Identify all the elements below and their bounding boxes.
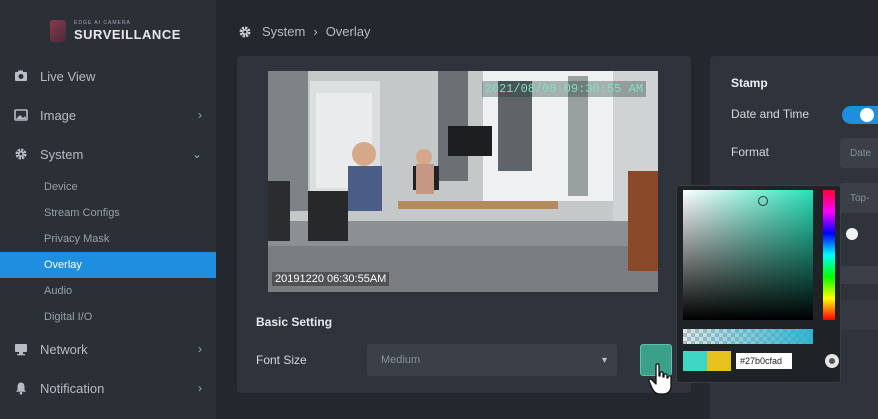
position-value: Top- <box>850 192 870 204</box>
font-size-label: Font Size <box>256 353 307 367</box>
breadcrumb-section[interactable]: System <box>262 24 305 39</box>
brand-tagline: EDGE AI CAMERA <box>74 20 131 26</box>
sidebar-item-notification[interactable]: Notification › <box>0 370 216 406</box>
sidebar-item-label: Network <box>40 341 88 357</box>
hex-color-input[interactable]: #27b0cfad <box>736 353 792 369</box>
stamp-option-row <box>840 266 878 284</box>
alpha-slider[interactable] <box>683 329 813 344</box>
previous-color-preview[interactable] <box>707 351 731 371</box>
saturation-value-handle[interactable] <box>758 196 768 206</box>
timestamp-overlay-top: 2021/08/08 09:30:55 AM <box>481 81 646 97</box>
format-label: Format <box>731 145 770 159</box>
position-select[interactable]: Top- <box>840 183 878 213</box>
format-value: Date <box>850 147 872 159</box>
brand-name: SURVEILLANCE <box>74 27 181 42</box>
toggle-knob <box>860 108 874 122</box>
stamp-title: Stamp <box>731 76 768 90</box>
chevron-right-icon: › <box>198 381 202 395</box>
sidebar-subitem-privacy-mask[interactable]: Privacy Mask <box>0 226 216 252</box>
font-size-value: Medium <box>381 354 421 366</box>
hue-slider[interactable] <box>823 190 835 320</box>
sidebar-item-system[interactable]: System ⌄ <box>0 136 216 172</box>
date-time-label: Date and Time <box>731 107 810 121</box>
chevron-right-icon: › <box>198 108 202 122</box>
breadcrumb: System › Overlay <box>238 24 370 39</box>
date-time-toggle[interactable] <box>842 106 878 124</box>
office-scene-image <box>268 71 658 292</box>
brand-mark-icon <box>50 20 66 42</box>
chevron-down-icon: ⌄ <box>191 147 202 161</box>
sidebar: EDGE AI CAMERA SURVEILLANCE Live View Im… <box>0 0 216 419</box>
sidebar-item-network[interactable]: Network › <box>0 331 216 367</box>
bell-icon <box>16 382 26 395</box>
font-size-select[interactable]: Medium ▾ <box>367 344 617 376</box>
sidebar-subitem-overlay[interactable]: Overlay <box>0 252 216 278</box>
eyedropper-icon[interactable] <box>825 354 839 368</box>
breadcrumb-page: Overlay <box>325 24 371 39</box>
gear-icon <box>15 148 27 160</box>
sidebar-subitem-device[interactable]: Device <box>0 174 216 200</box>
sidebar-subitem-digital-io[interactable]: Digital I/O <box>0 304 216 330</box>
sidebar-item-label: Live View <box>40 68 96 84</box>
slider-handle[interactable] <box>846 228 858 240</box>
sidebar-subitem-stream-configs[interactable]: Stream Configs <box>0 200 216 226</box>
brand-logo[interactable]: EDGE AI CAMERA SURVEILLANCE <box>50 20 181 42</box>
breadcrumb-separator: › <box>313 24 318 39</box>
camera-preview: 2021/08/08 09:30:55 AM 20191220 06:30:55… <box>268 71 658 292</box>
current-color-preview <box>683 351 707 371</box>
sidebar-item-label: Image <box>40 107 77 123</box>
chevron-down-icon: ▾ <box>601 354 607 366</box>
camera-icon <box>15 70 27 81</box>
stamp-option-field[interactable] <box>840 300 878 330</box>
sidebar-subitem-audio[interactable]: Audio <box>0 278 216 304</box>
sidebar-item-image[interactable]: Image › <box>0 97 216 133</box>
sidebar-item-live-view[interactable]: Live View <box>0 58 216 94</box>
gear-icon <box>239 26 251 37</box>
image-icon <box>14 109 28 121</box>
chevron-right-icon: › <box>198 342 202 356</box>
basic-setting-title: Basic Setting <box>256 315 333 329</box>
sidebar-item-label: Notification <box>40 380 105 396</box>
hand-cursor-icon <box>648 363 672 395</box>
timestamp-overlay-bottom: 20191220 06:30:55AM <box>272 272 390 286</box>
format-select[interactable]: Date <box>840 138 878 168</box>
saturation-value-area[interactable] <box>683 190 813 320</box>
sidebar-item-label: System <box>40 146 84 162</box>
monitor-icon <box>15 344 27 356</box>
